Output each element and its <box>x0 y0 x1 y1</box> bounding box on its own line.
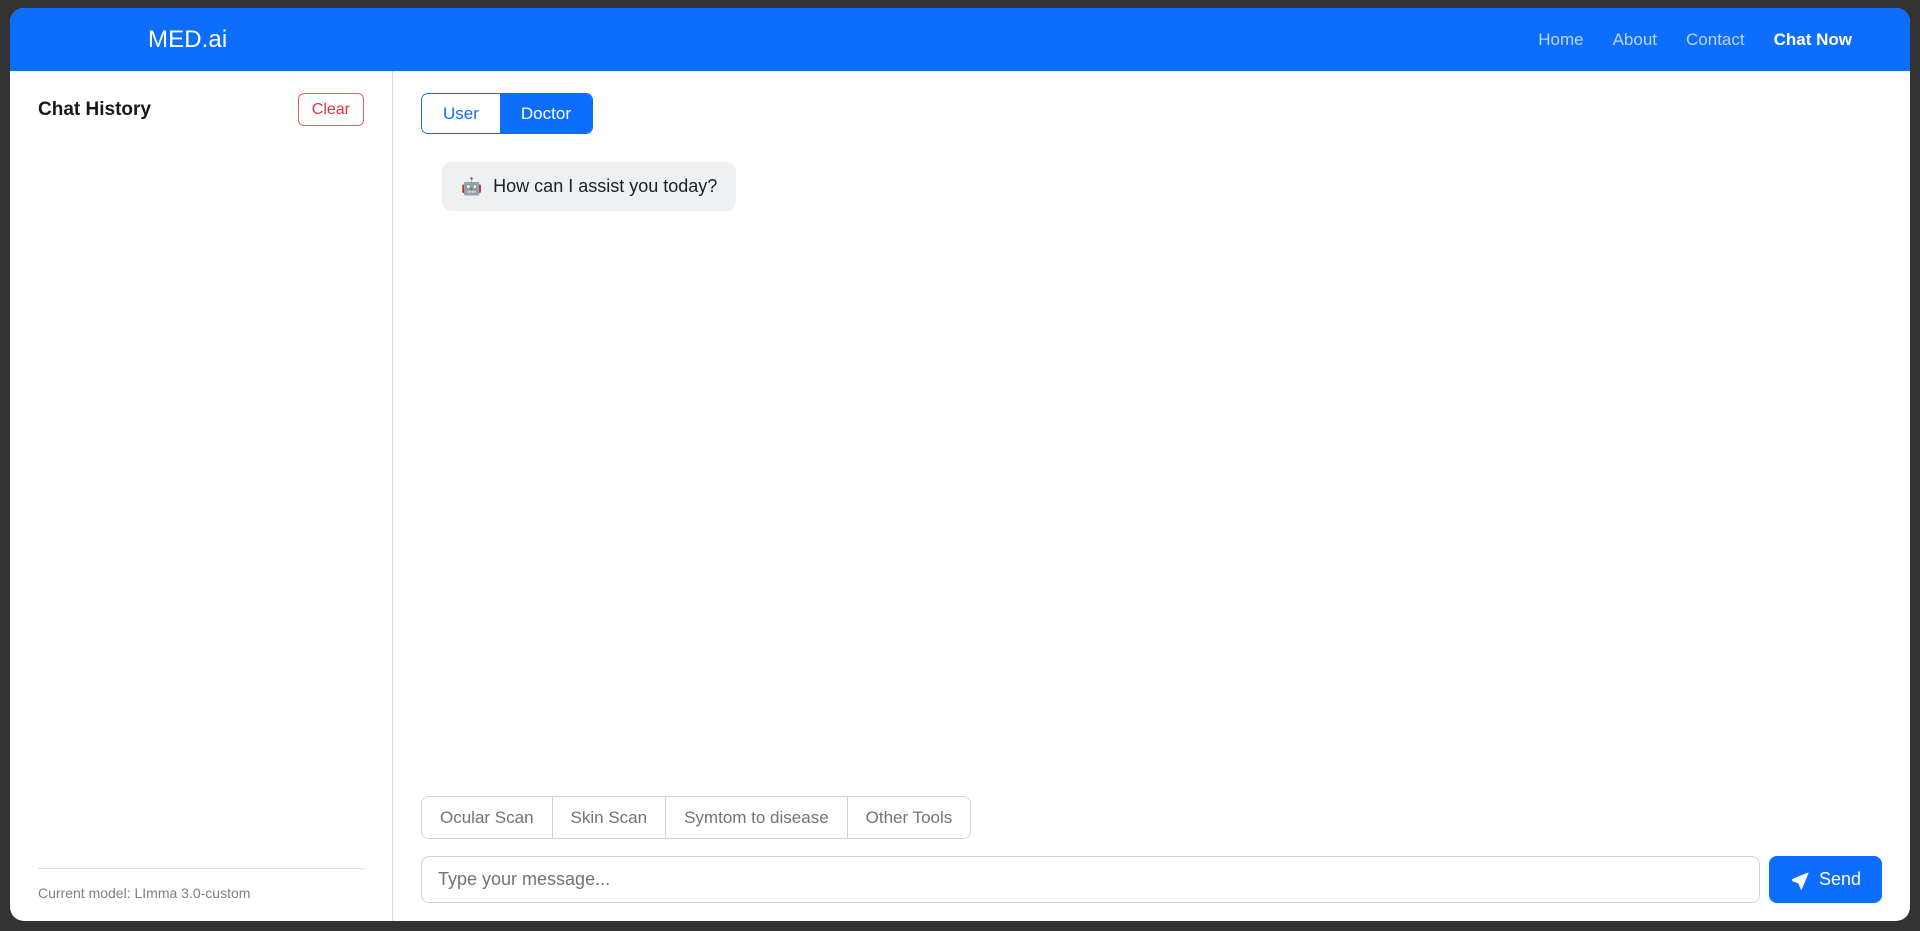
nav-link-contact[interactable]: Contact <box>1686 30 1745 50</box>
body-split: Chat History Clear Current model: LImma … <box>10 71 1910 921</box>
tool-button-skin-scan[interactable]: Skin Scan <box>552 796 667 838</box>
tool-button-other-tools[interactable]: Other Tools <box>847 796 971 838</box>
sidebar-header: Chat History Clear <box>38 93 364 127</box>
message-composer: Send <box>421 856 1882 903</box>
top-navbar: MED.ai Home About Contact Chat Now <box>10 8 1910 71</box>
sidebar-footer: Current model: LImma 3.0-custom <box>38 868 364 903</box>
role-toggle-group: User Doctor <box>421 93 593 135</box>
chat-history-list[interactable] <box>38 126 364 860</box>
nav-link-home[interactable]: Home <box>1538 30 1583 50</box>
assistant-message-bubble: 🤖 How can I assist you today? <box>442 162 737 211</box>
current-model-label: Current model: LImma 3.0-custom <box>38 885 251 901</box>
chat-panel: User Doctor 🤖 How can I assist you today… <box>393 71 1910 921</box>
send-button[interactable]: Send <box>1768 856 1882 903</box>
sidebar-title: Chat History <box>38 98 151 120</box>
robot-icon: 🤖 <box>461 177 483 196</box>
nav-link-about[interactable]: About <box>1613 30 1657 50</box>
message-text: How can I assist you today? <box>493 176 718 197</box>
message-row: 🤖 How can I assist you today? <box>421 162 1882 211</box>
messages-area: 🤖 How can I assist you today? <box>421 134 1882 796</box>
role-button-user[interactable]: User <box>422 94 500 134</box>
clear-history-button[interactable]: Clear <box>297 93 364 127</box>
app-window: MED.ai Home About Contact Chat Now Chat … <box>10 8 1910 921</box>
send-button-label: Send <box>1818 869 1861 889</box>
tool-button-ocular-scan[interactable]: Ocular Scan <box>422 796 553 838</box>
nav-links: Home About Contact Chat Now <box>1538 30 1852 50</box>
tool-button-symptom-to-disease[interactable]: Symtom to disease <box>666 796 848 838</box>
chat-history-sidebar: Chat History Clear Current model: LImma … <box>10 71 393 921</box>
nav-link-chat-now[interactable]: Chat Now <box>1774 30 1852 50</box>
message-input[interactable] <box>421 856 1760 903</box>
send-plane-icon <box>1791 872 1809 890</box>
role-button-doctor[interactable]: Doctor <box>499 94 592 134</box>
brand-logo[interactable]: MED.ai <box>148 26 227 54</box>
tools-button-group: Ocular Scan Skin Scan Symtom to disease … <box>421 795 972 839</box>
